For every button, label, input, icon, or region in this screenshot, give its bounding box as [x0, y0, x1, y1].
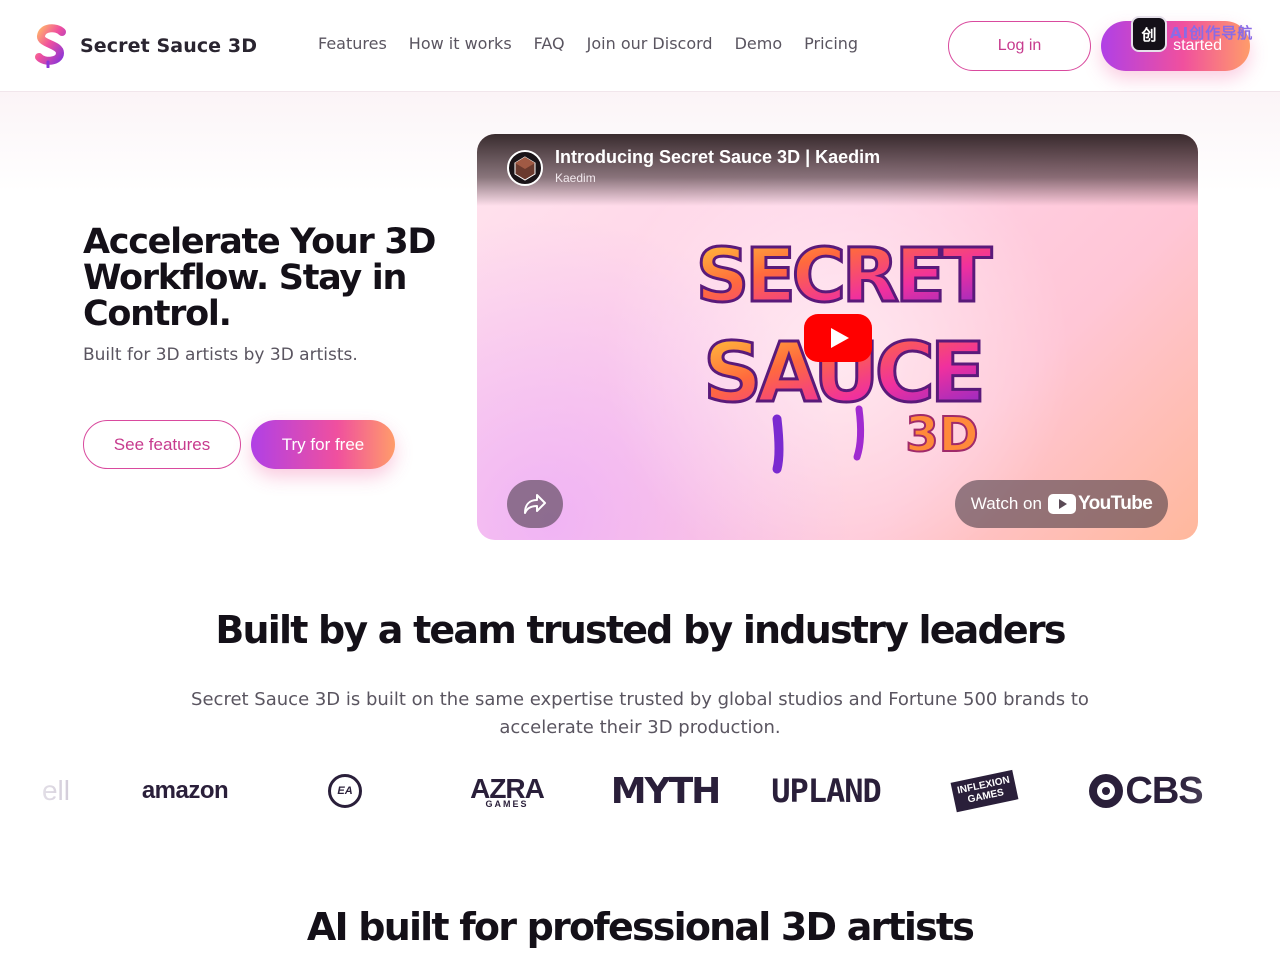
watch-on-youtube-button[interactable]: Watch on YouTube: [955, 480, 1168, 528]
cbs-logo: CBS: [1086, 762, 1206, 820]
overlay-app-badge-icon[interactable]: 创: [1131, 16, 1167, 52]
client-logo-strip: ell amazon EA AZRA GAMES MYTH UPLAND INF…: [0, 762, 1280, 820]
ai-section-title: AI built for professional 3D artists: [306, 905, 975, 949]
amazon-logo: amazon: [141, 777, 229, 804]
nav-link-features[interactable]: Features: [318, 34, 387, 53]
hero-title: Accelerate Your 3D Workflow. Stay in Con…: [83, 222, 436, 334]
youtube-video-embed[interactable]: SECRET SAUCE 3D Introducing Secret Sauce…: [477, 134, 1198, 540]
play-icon[interactable]: [804, 314, 872, 362]
cbs-logo-text: CBS: [1125, 769, 1203, 812]
login-button[interactable]: Log in: [948, 21, 1091, 71]
nav-link-demo[interactable]: Demo: [735, 34, 783, 53]
inflexion-games-logo: INFLEXION GAMES: [948, 762, 1022, 820]
azra-games-logo: AZRA GAMES: [452, 762, 562, 820]
youtube-label: YouTube: [1077, 493, 1153, 514]
video-title-bar: [477, 134, 1198, 206]
overlay-watermark-text: AI创作导航: [1170, 24, 1254, 42]
cbs-eye-icon: [1089, 774, 1124, 808]
kaedim-logo-icon: [514, 156, 536, 181]
nav-link-pricing[interactable]: Pricing: [804, 34, 858, 53]
trust-section-description: Secret Sauce 3D is built on the same exp…: [191, 689, 1089, 738]
nav-links: Features How it works FAQ Join our Disco…: [318, 34, 880, 53]
ea-logo-text: EA: [328, 774, 362, 808]
trust-section-title: Built by a team trusted by industry lead…: [215, 608, 1066, 652]
top-navigation: Secret Sauce 3D Features How it works FA…: [0, 0, 1280, 92]
nav-link-faq[interactable]: FAQ: [534, 34, 565, 53]
try-for-free-button[interactable]: Try for free: [251, 420, 395, 469]
ea-logo: EA: [320, 762, 370, 820]
share-button[interactable]: [507, 480, 563, 528]
youtube-icon: [1047, 494, 1076, 514]
upland-logo: UPLAND: [771, 772, 882, 810]
artwork-text-secret: SECRET: [696, 233, 993, 319]
share-icon: [524, 494, 546, 514]
artwork-text-3d: 3D: [905, 407, 978, 463]
secret-sauce-logo-icon: [35, 24, 66, 68]
brand-home-link[interactable]: Secret Sauce 3D: [34, 24, 257, 68]
myth-logo: MYTH: [610, 770, 722, 812]
nav-link-how-it-works[interactable]: How it works: [409, 34, 512, 53]
nav-link-discord[interactable]: Join our Discord: [587, 34, 713, 53]
dell-logo: ell: [41, 775, 70, 806]
channel-avatar[interactable]: [507, 150, 543, 186]
see-features-button[interactable]: See features: [83, 420, 241, 469]
watch-on-label: Watch on: [970, 494, 1042, 513]
youtube-wordmark: YouTube: [1047, 493, 1153, 515]
brand-name: Secret Sauce 3D: [80, 35, 258, 57]
hero-subtitle: Built for 3D artists by 3D artists.: [83, 345, 358, 365]
video-channel-name[interactable]: Kaedim: [555, 171, 596, 185]
video-title[interactable]: Introducing Secret Sauce 3D | Kaedim: [555, 147, 880, 168]
